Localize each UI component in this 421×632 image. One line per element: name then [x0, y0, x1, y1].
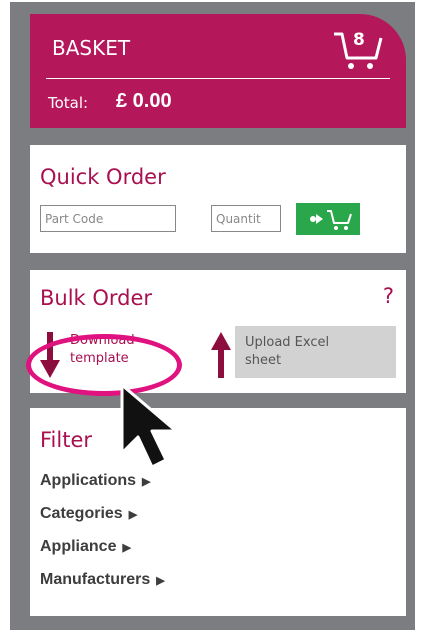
caret-right-icon: ▶ — [122, 542, 131, 554]
filter-item-manufacturers[interactable]: Manufacturers ▶ — [40, 571, 165, 604]
filter-list: Applications ▶ Categories ▶ Appliance ▶ Man… — [40, 472, 165, 604]
filter-item-applications[interactable]: Applications ▶ — [40, 472, 165, 505]
caret-right-icon: ▶ — [128, 509, 138, 521]
quantity-input[interactable]: Quantit — [211, 205, 281, 232]
add-to-basket-icon — [310, 210, 352, 230]
filter-panel: Filter Applications ▶ Categories ▶ Applian… — [30, 408, 406, 616]
quick-order-title: Quick Order — [40, 165, 166, 189]
basket-count-badge: 8 — [353, 30, 365, 50]
add-to-basket-button[interactable] — [296, 203, 360, 235]
quick-order-panel: Quick Order Part Code Quantit — [30, 145, 406, 253]
filter-title: Filter — [40, 428, 93, 452]
basket-total-value: £ 0.00 — [116, 90, 172, 112]
caret-right-icon: ▶ — [142, 476, 151, 488]
upload-label-line1: Upload Excel — [245, 335, 330, 350]
basket-divider — [46, 78, 390, 79]
upload-label-line2: sheet — [245, 353, 282, 368]
basket-panel[interactable]: BASKET 8 Total: £ 0.00 — [30, 14, 406, 128]
mouse-cursor-icon — [120, 383, 178, 469]
basket-title: BASKET — [52, 36, 131, 60]
bulk-order-title: Bulk Order — [40, 286, 153, 310]
upload-arrow-icon — [211, 332, 231, 378]
caret-right-icon: ▶ — [156, 575, 165, 587]
filter-item-appliance[interactable]: Appliance ▶ — [40, 538, 165, 571]
part-code-input[interactable]: Part Code — [40, 205, 176, 232]
help-icon[interactable]: ? — [383, 284, 394, 308]
basket-total-label: Total: — [48, 94, 89, 112]
upload-excel-button[interactable]: Upload Excel sheet — [211, 326, 396, 378]
basket-icon[interactable]: 8 — [332, 30, 384, 72]
filter-item-categories[interactable]: Categories ▶ — [40, 505, 165, 538]
